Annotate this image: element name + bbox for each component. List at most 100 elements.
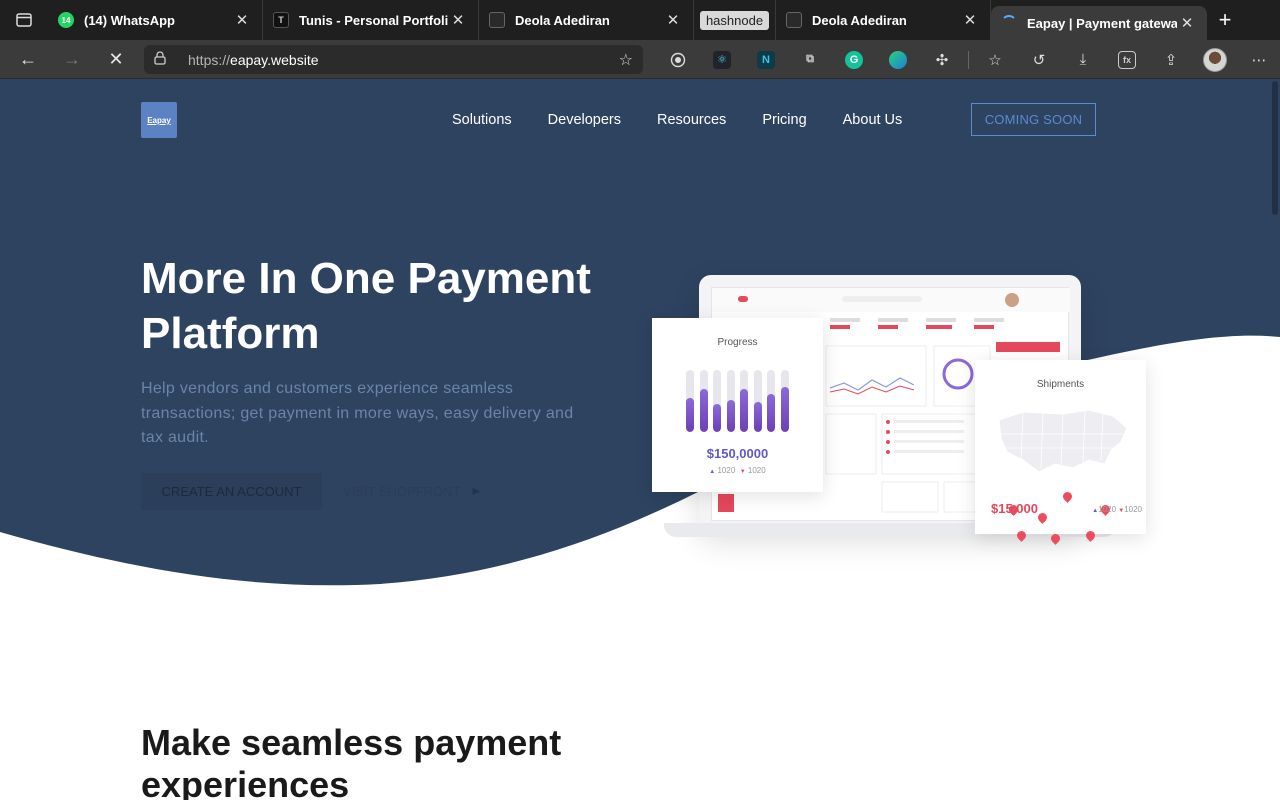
puzzle-icon[interactable]: ✣ [920, 40, 964, 79]
section-title: Make seamless payment experiences [141, 722, 562, 800]
tab-hashnode[interactable]: hashnode [694, 0, 776, 40]
shipments-legend-down: 1020 [1124, 505, 1142, 514]
page-icon [786, 12, 802, 28]
create-account-button[interactable]: CREATE AN ACCOUNT [141, 473, 322, 510]
progress-amount: $150,0000 [706, 446, 769, 461]
progress-bar [740, 370, 748, 432]
progress-bar [726, 370, 735, 432]
toolbar-divider [968, 50, 969, 69]
nav-solutions[interactable]: Solutions [452, 103, 512, 137]
shipments-card-title: Shipments [1036, 379, 1085, 390]
coming-soon-button[interactable]: COMING SOON [971, 103, 1096, 136]
progress-bar [780, 370, 789, 432]
progress-bar-fill [767, 393, 775, 432]
progress-card: Progress $150,0000 ▲ 1020 ▼ 1020 [652, 318, 823, 492]
tab-actions-icon[interactable] [0, 0, 48, 40]
lock-icon [154, 51, 174, 68]
t-icon: T [273, 12, 289, 28]
map-pin-icon [1036, 511, 1049, 524]
record-icon[interactable] [656, 40, 700, 79]
triangle-up-icon: ▲ [709, 469, 716, 475]
shipments-card: Shipments $15,000 ▲1020 ▼1020 [975, 360, 1146, 545]
page-scrollbar[interactable] [1272, 81, 1278, 215]
map-pin-icon [1061, 490, 1074, 503]
close-tab-icon[interactable]: ✕ [232, 10, 252, 30]
add-favorite-icon[interactable]: ☆ [619, 50, 633, 70]
copy-icon[interactable]: ⧉ [788, 40, 832, 79]
hashnode-label: hashnode [699, 10, 770, 30]
progress-bar-fill [753, 402, 762, 432]
progress-bars [686, 370, 794, 432]
new-tab-icon[interactable]: + [1207, 0, 1243, 40]
hero-subtitle: Help vendors and customers experience se… [141, 380, 574, 446]
back-icon[interactable]: ← [6, 40, 50, 79]
page-icon [489, 12, 505, 28]
browser-toolbar: ← → ✕ https://eapay.website ☆ ⚛ N ⧉ G ✣ … [0, 40, 1280, 79]
hero-title: More In One Payment Platform [141, 254, 591, 358]
url-scheme: https:// [188, 51, 231, 68]
share-icon[interactable]: ⇪ [1149, 40, 1193, 79]
tab-title: Deola Adediran [515, 12, 610, 28]
progress-bar [753, 370, 762, 432]
progress-bar [686, 370, 694, 432]
close-tab-icon[interactable]: ✕ [663, 10, 683, 30]
close-tab-icon[interactable]: ✕ [1177, 13, 1197, 33]
progress-bar-fill [699, 388, 708, 432]
progress-bar-fill [713, 404, 721, 432]
shipments-amount: $15,000 [991, 501, 1038, 516]
forward-icon[interactable]: → [50, 40, 94, 79]
close-tab-icon[interactable]: ✕ [960, 10, 980, 30]
progress-bar-fill [780, 387, 789, 432]
shipments-legend-up: 1020 [1098, 505, 1117, 514]
tab-deola-adediran-1[interactable]: Deola Adediran ✕ [479, 0, 694, 40]
tab-whatsapp[interactable]: 14 (14) WhatsApp ✕ [48, 0, 263, 40]
caret-right-icon: ▶ [472, 486, 481, 497]
browser-tab-bar: 14 (14) WhatsApp ✕ T Tunis - Personal Po… [0, 0, 1280, 40]
progress-legend: ▲ 1020 ▼ 1020 [652, 466, 823, 475]
triangle-down-icon: ▼ [739, 469, 746, 475]
tab-title: Deola Adediran [812, 12, 907, 28]
tab-title: Eapay | Payment gateway [1027, 15, 1177, 31]
tab-deola-adediran-2[interactable]: Deola Adediran ✕ [776, 0, 991, 40]
grammarly-icon[interactable]: G [832, 40, 876, 79]
progress-legend-down: 1020 [747, 466, 766, 475]
progress-bar-fill [726, 399, 735, 432]
progress-card-title: Progress [717, 337, 758, 348]
n-icon[interactable]: N [744, 40, 788, 79]
history-icon[interactable]: ↺ [1017, 40, 1061, 79]
favorites-icon[interactable]: ☆ [973, 40, 1017, 79]
close-tab-icon[interactable]: ✕ [448, 10, 468, 30]
math-icon[interactable]: fx [1105, 40, 1149, 79]
tab-title: Tunis - Personal Portfolio I [299, 12, 448, 28]
main-nav: Solutions Developers Resources Pricing A… [434, 103, 920, 137]
whatsapp-icon: 14 [58, 12, 74, 28]
visit-shopfront-link[interactable]: VISIT SHOPFRONT ▶ [343, 473, 480, 510]
loading-icon [1001, 15, 1017, 31]
nav-about-us[interactable]: About Us [843, 103, 903, 137]
progress-bar-fill [686, 397, 694, 432]
site-logo[interactable]: Eapay [141, 102, 177, 138]
progress-bar-fill [740, 388, 748, 432]
progress-legend-up: 1020 [717, 466, 736, 475]
shipments-legend: ▲1020 ▼1020 [1092, 505, 1142, 514]
address-bar[interactable]: https://eapay.website ☆ [144, 45, 643, 74]
profile-avatar[interactable] [1193, 40, 1237, 79]
us-map-illustration [998, 409, 1128, 473]
extensions-bar: ⚛ N ⧉ G ✣ ☆ ↺ ⤓ fx ⇪ ⋯ [656, 40, 1280, 79]
stop-loading-icon[interactable]: ✕ [94, 40, 138, 79]
nav-pricing[interactable]: Pricing [762, 103, 806, 137]
edge-icon[interactable] [876, 40, 920, 79]
react-icon[interactable]: ⚛ [700, 40, 744, 79]
progress-bar [699, 370, 708, 432]
tab-title: (14) WhatsApp [84, 12, 175, 28]
visit-shopfront-label: VISIT SHOPFRONT [343, 484, 461, 499]
more-icon[interactable]: ⋯ [1237, 40, 1280, 79]
url-host: eapay.website [230, 51, 319, 68]
progress-bar [713, 370, 721, 432]
nav-resources[interactable]: Resources [657, 103, 726, 137]
tab-tunis-portfolio[interactable]: T Tunis - Personal Portfolio I ✕ [263, 0, 479, 40]
progress-bar [767, 370, 775, 432]
tab-eapay-active[interactable]: Eapay | Payment gateway ✕ [991, 6, 1207, 40]
download-icon[interactable]: ⤓ [1061, 40, 1105, 79]
nav-developers[interactable]: Developers [548, 103, 621, 137]
